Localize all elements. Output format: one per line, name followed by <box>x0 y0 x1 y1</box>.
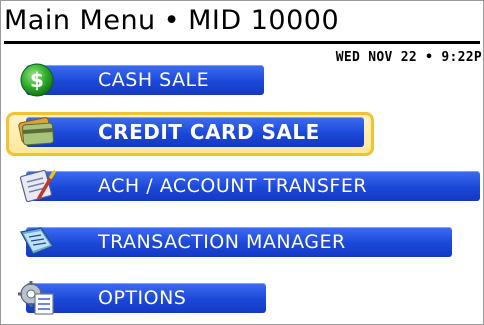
date-time: WED NOV 22 • 9:22P <box>335 50 482 65</box>
options-icon <box>10 280 64 316</box>
menu-item-ach-account-transfer[interactable]: ACH / ACCOUNT TRANSFER <box>8 168 484 204</box>
merchant-id: MID 10000 <box>188 5 340 36</box>
transaction-manager-icon <box>10 224 64 260</box>
menu-item-label: ACH / ACCOUNT TRANSFER <box>98 175 368 197</box>
menu-item-credit-card-sale[interactable]: CREDIT CARD SALE <box>6 112 374 156</box>
page-title: Main Menu • MID 10000 <box>4 4 478 40</box>
menu-item-cash-sale[interactable]: $ CASH SALE <box>8 62 268 98</box>
title-divider <box>4 41 480 44</box>
menu-item-transaction-manager[interactable]: TRANSACTION MANAGER <box>8 224 456 260</box>
menu-item-label: CREDIT CARD SALE <box>98 120 320 144</box>
cash-icon: $ <box>10 62 64 98</box>
title-separator: • <box>163 5 181 36</box>
svg-text:$: $ <box>30 68 44 92</box>
ach-transfer-icon <box>10 168 64 204</box>
screen-frame <box>0 0 484 325</box>
menu-item-label: OPTIONS <box>98 287 187 309</box>
credit-card-icon <box>10 114 64 150</box>
menu-item-options[interactable]: OPTIONS <box>8 280 270 316</box>
menu-item-label: TRANSACTION MANAGER <box>98 231 346 253</box>
menu-item-label: CASH SALE <box>98 69 210 91</box>
title-text: Main Menu <box>4 5 156 36</box>
